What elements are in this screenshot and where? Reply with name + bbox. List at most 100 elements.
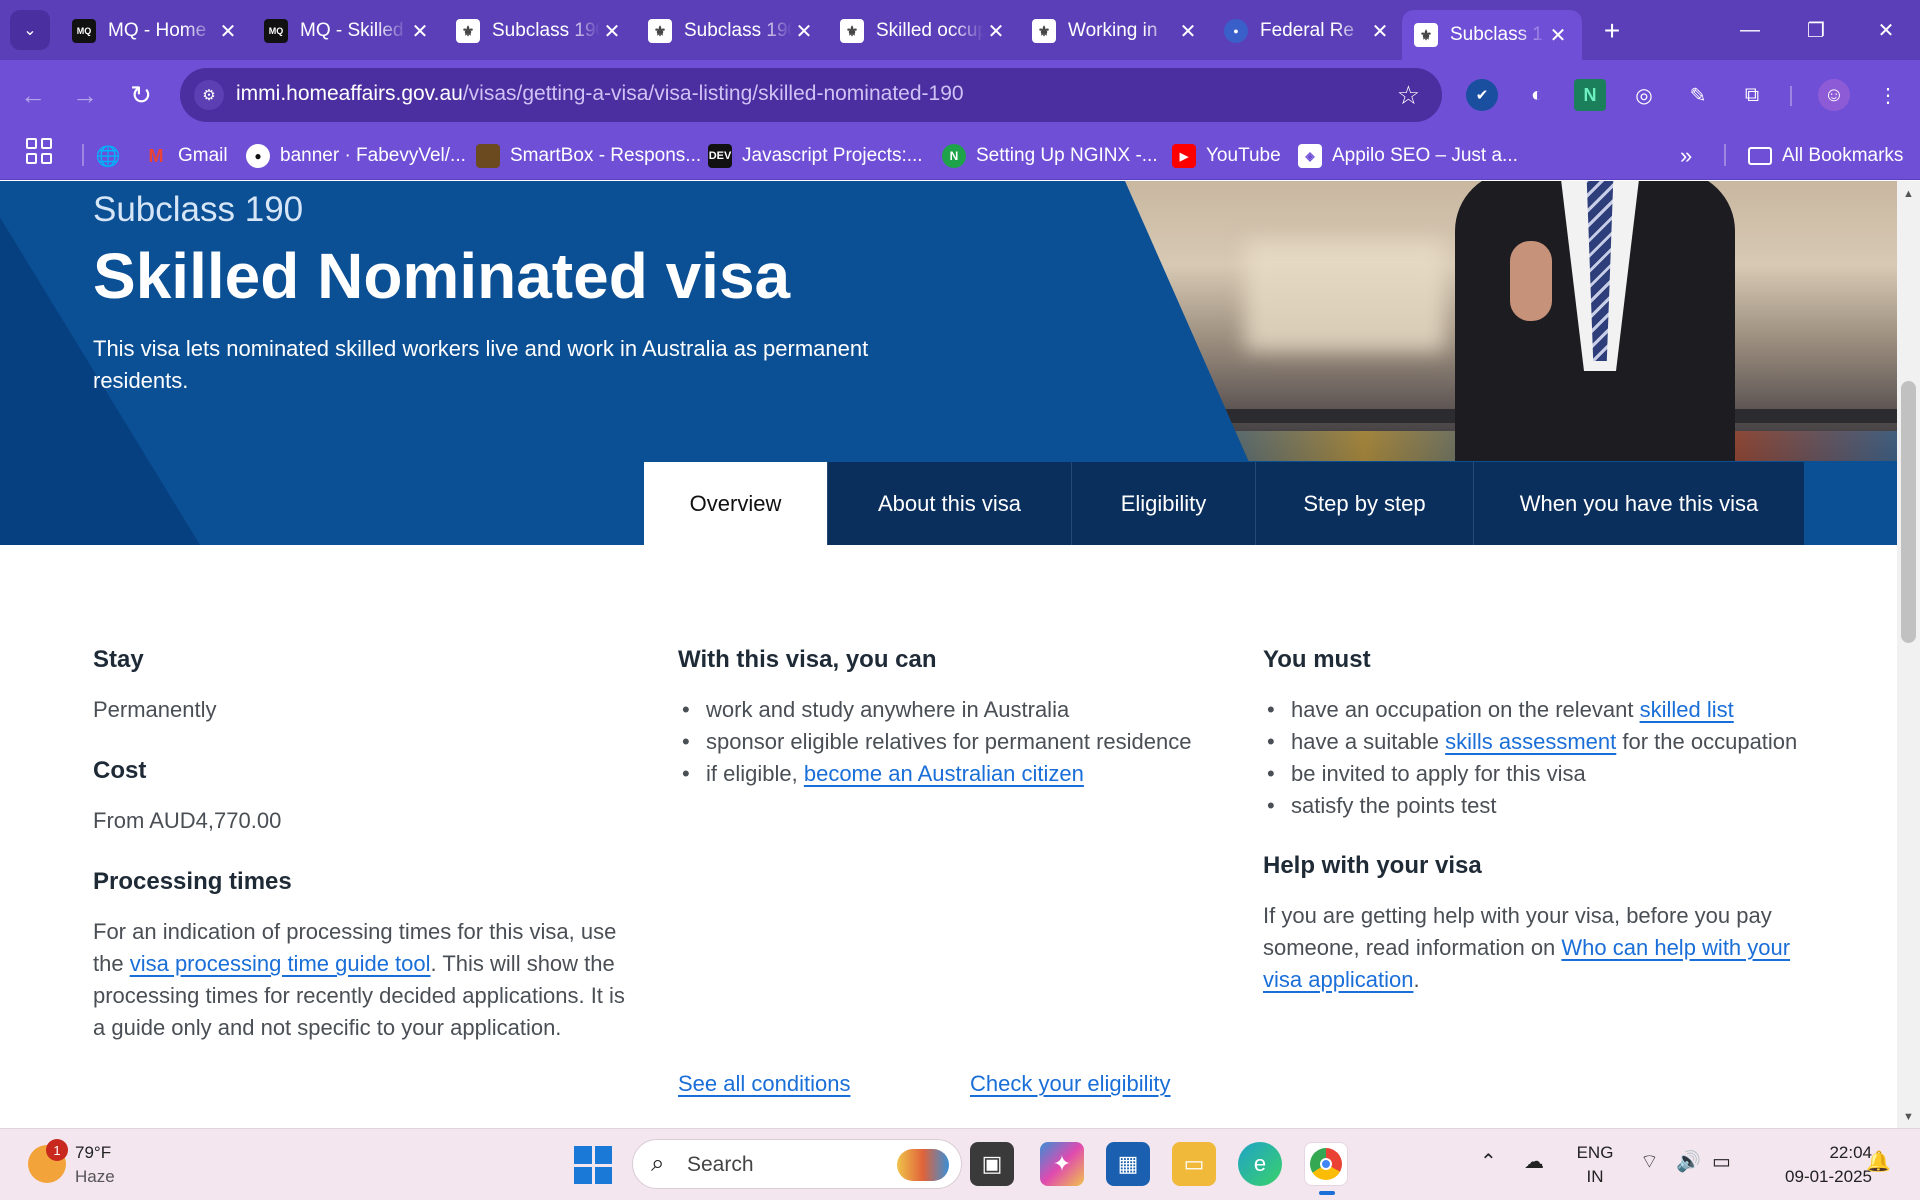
minimize-button[interactable]: — (1722, 8, 1778, 52)
reload-button[interactable]: ↻ (122, 76, 160, 114)
windows-taskbar: 1 79°F Haze ⌕ Search ▣ ✦ ▦ ▭ e ⌃ ☁ ENG I… (0, 1128, 1920, 1200)
bookmark-youtube[interactable]: ▶ YouTube (1172, 142, 1281, 170)
search-highlight-icon (897, 1149, 949, 1181)
search-icon: ⌕ (651, 1150, 665, 1177)
back-button[interactable]: ← (14, 76, 52, 114)
browser-tab-active[interactable]: ⚜ Subclass 1 ✕ (1402, 10, 1582, 60)
copilot-icon[interactable]: ✦ (1040, 1142, 1084, 1186)
browser-tab[interactable]: ⚜ Subclass 190 ✕ (444, 10, 636, 52)
extensions-puzzle-icon[interactable]: ⧉ (1736, 79, 1768, 111)
close-icon[interactable]: ✕ (1176, 19, 1200, 44)
skilled-list-link[interactable]: skilled list (1640, 697, 1734, 722)
close-icon[interactable]: ✕ (600, 19, 624, 44)
apps-grid-icon[interactable] (26, 138, 52, 164)
start-button[interactable] (574, 1146, 612, 1184)
forward-button[interactable]: → (66, 76, 104, 114)
bookmark-gmail[interactable]: M Gmail (144, 142, 228, 170)
can-heading: With this visa, you can (678, 646, 937, 673)
help-heading: Help with your visa (1263, 852, 1482, 879)
see-all-conditions-link[interactable]: See all conditions (678, 1071, 850, 1096)
tab-eligibility[interactable]: Eligibility (1072, 462, 1256, 545)
tab-search-button[interactable]: ⌄ (10, 10, 50, 50)
chevron-up-icon[interactable]: ⌃ (1480, 1149, 1497, 1174)
cost-heading: Cost (93, 757, 147, 784)
close-icon[interactable]: ✕ (1368, 19, 1392, 44)
close-icon[interactable]: ✕ (792, 19, 816, 44)
weather-widget[interactable]: 79°F Haze (75, 1141, 115, 1189)
menu-kebab-icon[interactable]: ⋮ (1872, 79, 1904, 111)
extension-check-icon[interactable]: ✔ (1466, 79, 1498, 111)
browser-toolbar: ← → ↻ ⚙ immi.homeaffairs.gov.au/visas/ge… (0, 60, 1920, 130)
browser-tab[interactable]: ⚜ Skilled occupation ✕ (828, 10, 1020, 52)
arrow-left-icon: ← (20, 79, 46, 110)
profile-avatar[interactable]: ☺ (1818, 79, 1850, 111)
reload-icon: ↻ (130, 79, 152, 110)
tab-step-by-step[interactable]: Step by step (1256, 462, 1474, 545)
file-explorer-icon[interactable]: ▭ (1172, 1142, 1216, 1186)
chevron-down-icon: ⌄ (23, 22, 37, 39)
bookmark-star-icon[interactable]: ☆ (1397, 80, 1420, 111)
browser-tab[interactable]: ⚜ Subclass 190 ✕ (636, 10, 828, 52)
bookmark-nginx[interactable]: N Setting Up NGINX -... (942, 142, 1158, 170)
store-icon[interactable]: ▦ (1106, 1142, 1150, 1186)
bookmarks-overflow-button[interactable]: » (1680, 142, 1692, 170)
close-icon[interactable]: ✕ (216, 19, 240, 44)
browser-tab[interactable]: ⚜ Working in ✕ (1020, 10, 1212, 52)
extension-target-icon[interactable]: ◎ (1628, 79, 1660, 111)
eyedropper-icon[interactable]: ✎ (1682, 79, 1714, 111)
close-icon[interactable]: ✕ (408, 19, 432, 44)
processing-times-heading: Processing times (93, 868, 292, 895)
close-icon[interactable]: ✕ (984, 19, 1008, 44)
tab-about-this-visa[interactable]: About this visa (828, 462, 1072, 545)
dev-icon: DEV (708, 144, 732, 168)
scrollbar-thumb[interactable] (1901, 381, 1916, 643)
taskbar-search[interactable]: ⌕ Search (632, 1139, 962, 1189)
new-tab-button[interactable]: + (1593, 12, 1631, 50)
tab-label: Subclass 1 (1450, 24, 1543, 45)
processing-time-guide-link[interactable]: visa processing time guide tool (130, 951, 431, 976)
page-scrollbar[interactable]: ▲ ▼ (1897, 181, 1920, 1128)
bookmark-github[interactable]: ● banner · FabevyVel/... (246, 142, 466, 170)
restore-button[interactable]: ❐ (1788, 8, 1844, 52)
appilo-icon: ◈ (1298, 144, 1322, 168)
wifi-icon[interactable]: ⌔ (1640, 1149, 1659, 1174)
bookmark-appilo[interactable]: ◈ Appilo SEO – Just a... (1298, 142, 1518, 170)
skills-assessment-link[interactable]: skills assessment (1445, 729, 1616, 754)
tab-when-you-have-this-visa[interactable]: When you have this visa (1474, 462, 1804, 545)
onedrive-icon[interactable]: ☁ (1524, 1149, 1544, 1174)
bookmark-dev[interactable]: DEV Javascript Projects:... (708, 142, 923, 170)
chrome-icon[interactable] (1304, 1142, 1348, 1195)
url-text[interactable]: immi.homeaffairs.gov.au/visas/getting-a-… (236, 82, 964, 106)
url-path: /visas/getting-a-visa/visa-listing/skill… (462, 82, 964, 105)
site-info-icon[interactable]: ⚙ (194, 80, 224, 110)
mq-favicon-icon: MQ (264, 19, 288, 43)
bookmark-globe[interactable]: 🌐 (96, 142, 130, 170)
arrow-right-icon: → (72, 79, 98, 110)
battery-icon[interactable]: ▭ (1712, 1149, 1731, 1174)
clock[interactable]: 22:04 09-01-2025 (1752, 1141, 1872, 1189)
help-text: If you are getting help with your visa, … (1263, 900, 1803, 996)
language-indicator[interactable]: ENG IN (1570, 1141, 1620, 1189)
browser-tab[interactable]: MQ MQ - Skilled ✕ (252, 10, 444, 52)
smartbox-icon (476, 144, 500, 168)
list-item: sponsor eligible relatives for permanent… (678, 726, 1218, 758)
browser-tab[interactable]: ● Federal Re ✕ (1212, 10, 1404, 52)
volume-icon[interactable]: 🔊 (1676, 1149, 1701, 1174)
extension-n-icon[interactable]: N (1574, 79, 1606, 111)
all-bookmarks-button[interactable]: All Bookmarks (1748, 142, 1903, 170)
close-window-button[interactable]: ✕ (1858, 8, 1914, 52)
bookmark-smartbox[interactable]: SmartBox - Respons... (476, 142, 701, 170)
edge-icon[interactable]: e (1238, 1142, 1282, 1186)
notification-bell-icon[interactable]: 🔔 (1866, 1149, 1891, 1174)
github-icon: ● (246, 144, 270, 168)
close-icon[interactable]: ✕ (1546, 23, 1570, 48)
scroll-down-icon[interactable]: ▼ (1897, 1108, 1920, 1126)
address-bar[interactable]: ⚙ immi.homeaffairs.gov.au/visas/getting-… (180, 68, 1442, 122)
browser-tab[interactable]: MQ MQ - Home ✕ (60, 10, 252, 52)
extension-swirl-icon[interactable]: ◐ (1521, 79, 1553, 111)
scroll-up-icon[interactable]: ▲ (1897, 185, 1920, 203)
tab-overview[interactable]: Overview (644, 462, 828, 545)
check-eligibility-link[interactable]: Check your eligibility (970, 1071, 1171, 1096)
task-view-icon[interactable]: ▣ (970, 1142, 1014, 1186)
become-citizen-link[interactable]: become an Australian citizen (804, 761, 1084, 786)
